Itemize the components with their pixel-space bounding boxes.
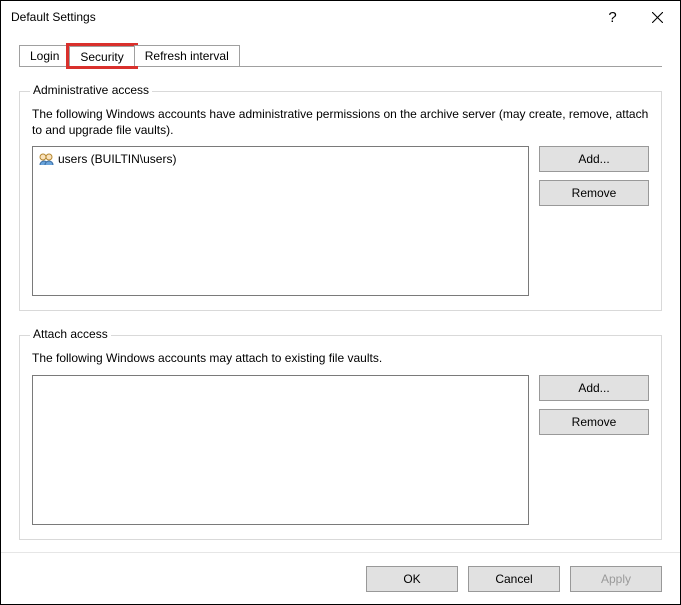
- list-item-label: users (BUILTIN\users): [58, 152, 176, 166]
- apply-button[interactable]: Apply: [570, 566, 662, 592]
- group-admin-desc: The following Windows accounts have admi…: [32, 106, 649, 138]
- tab-login[interactable]: Login: [19, 45, 70, 66]
- admin-add-button[interactable]: Add...: [539, 146, 649, 172]
- tab-refresh-interval[interactable]: Refresh interval: [134, 45, 240, 66]
- tab-refresh-label: Refresh interval: [145, 49, 229, 63]
- button-label: Cancel: [495, 572, 532, 586]
- tab-security[interactable]: Security: [69, 46, 134, 67]
- admin-accounts-list[interactable]: users (BUILTIN\users): [32, 146, 529, 296]
- dialog-window: Default Settings ? Login Security Refres…: [0, 0, 681, 605]
- group-attach-desc: The following Windows accounts may attac…: [32, 350, 649, 366]
- dialog-content: Login Security Refresh interval Administ…: [1, 33, 680, 552]
- tab-security-label: Security: [80, 50, 123, 64]
- group-administrative-access: Administrative access The following Wind…: [19, 91, 662, 311]
- tab-login-label: Login: [30, 49, 59, 63]
- help-button[interactable]: ?: [590, 1, 635, 33]
- ok-button[interactable]: OK: [366, 566, 458, 592]
- help-icon: ?: [608, 9, 616, 26]
- attach-remove-button[interactable]: Remove: [539, 409, 649, 435]
- button-label: Remove: [572, 186, 617, 200]
- group-admin-title: Administrative access: [30, 83, 152, 97]
- button-label: Add...: [578, 381, 609, 395]
- close-button[interactable]: [635, 1, 680, 33]
- window-title: Default Settings: [11, 10, 96, 24]
- admin-remove-button[interactable]: Remove: [539, 180, 649, 206]
- close-icon: [652, 12, 663, 23]
- button-label: Apply: [601, 572, 631, 586]
- tab-bar: Login Security Refresh interval: [19, 45, 662, 66]
- attach-accounts-list[interactable]: [32, 375, 529, 525]
- button-label: Add...: [578, 152, 609, 166]
- list-item[interactable]: users (BUILTIN\users): [35, 149, 526, 169]
- dialog-footer: OK Cancel Apply: [1, 552, 680, 604]
- attach-add-button[interactable]: Add...: [539, 375, 649, 401]
- button-label: Remove: [572, 415, 617, 429]
- cancel-button[interactable]: Cancel: [468, 566, 560, 592]
- users-group-icon: [38, 151, 54, 167]
- group-attach-access: Attach access The following Windows acco…: [19, 335, 662, 539]
- titlebar: Default Settings ?: [1, 1, 680, 33]
- button-label: OK: [403, 572, 420, 586]
- group-attach-title: Attach access: [30, 327, 111, 341]
